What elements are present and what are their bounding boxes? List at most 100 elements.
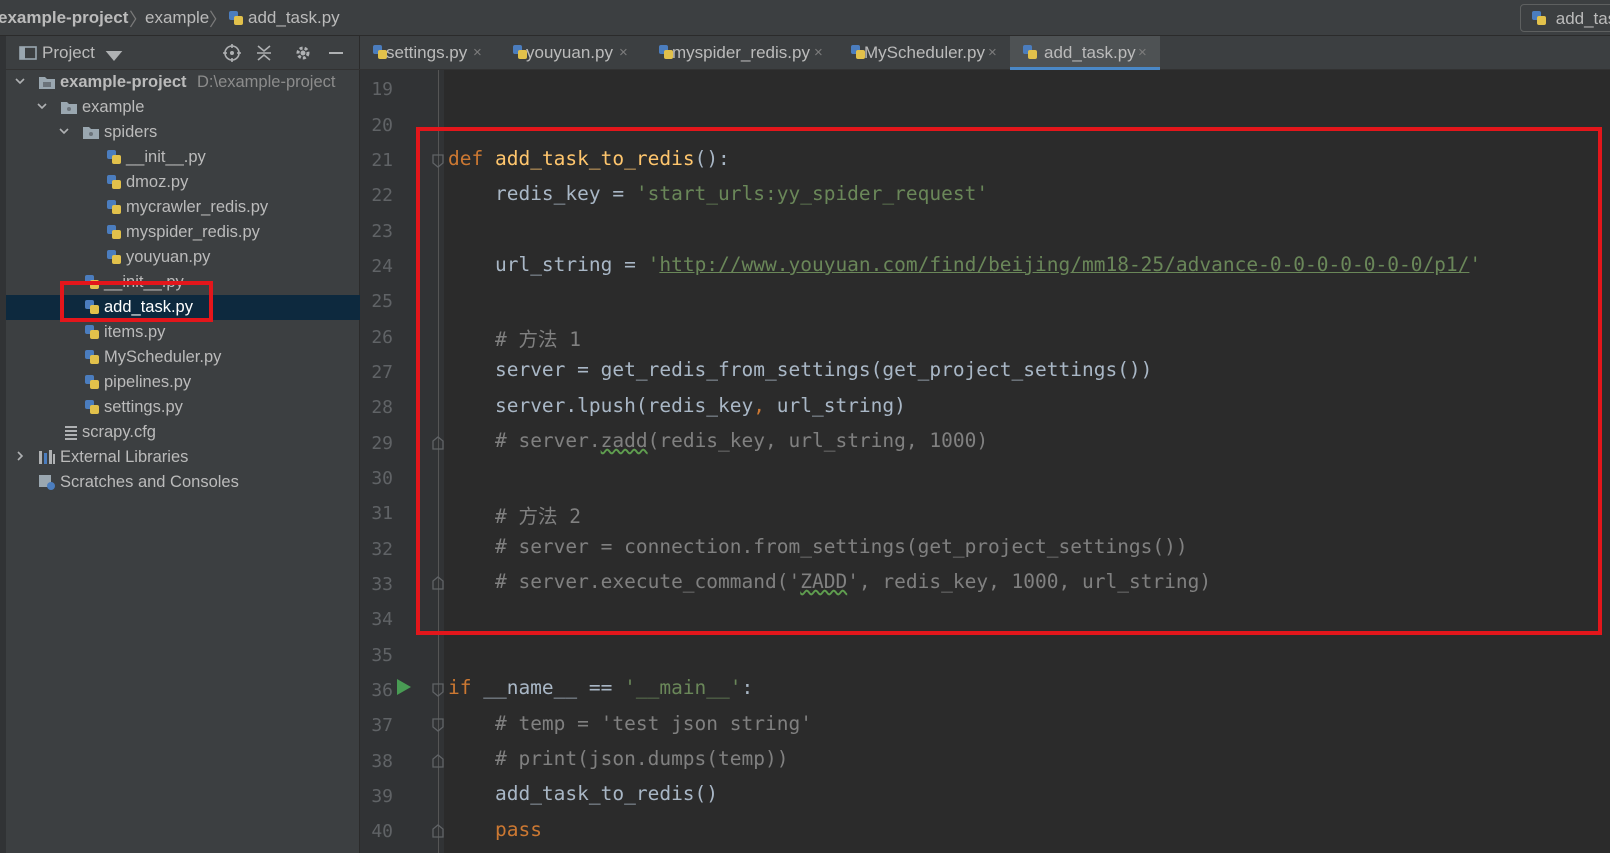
fold-marker-icon[interactable] (431, 718, 445, 732)
locate-file-icon[interactable] (222, 43, 242, 63)
tree-item-label: example-project (60, 73, 187, 91)
code-line[interactable]: def add_task_to_redis(): (448, 147, 730, 170)
python-file-icon (84, 374, 100, 390)
close-icon[interactable]: × (619, 44, 628, 61)
python-file-icon (106, 149, 122, 165)
run-configuration-selector[interactable]: add_task.py (1520, 4, 1610, 32)
code-line[interactable]: url_string = 'http://www.youyuan.com/fin… (448, 253, 1481, 276)
line-number: 20 (371, 115, 393, 136)
breadcrumb-project[interactable]: example-project (0, 8, 128, 28)
code-token-keyword: def (448, 147, 484, 170)
tree-item-label: External Libraries (60, 448, 189, 466)
chevron-right-icon[interactable] (14, 450, 26, 462)
library-icon (39, 450, 55, 464)
tree-item-add-task-selected[interactable]: add_task.py (6, 295, 360, 320)
tree-item-example[interactable]: example (6, 95, 360, 120)
code-comment: # temp = 'test json string' (494, 712, 812, 735)
project-panel-title[interactable]: Project (42, 43, 95, 63)
python-file-icon (106, 199, 122, 215)
code-comment: # 方法 1 (494, 328, 581, 351)
tree-item-spiders[interactable]: spiders (6, 120, 360, 145)
fold-marker-icon[interactable] (431, 436, 445, 450)
tree-item-label: MyScheduler.py (104, 348, 222, 366)
tab-label: settings.py (386, 43, 468, 62)
code-line[interactable]: # server.execute_command('ZADD', redis_k… (448, 570, 1211, 593)
tree-item-file[interactable]: items.py (6, 320, 360, 345)
gear-icon[interactable] (293, 43, 313, 63)
fold-marker-icon[interactable] (431, 824, 445, 838)
code-line[interactable]: if __name__ == '__main__': (448, 676, 753, 699)
tab-settings-py[interactable]: settings.py × (360, 36, 498, 69)
tree-item-file[interactable]: scrapy.cfg (6, 420, 360, 445)
tab-add-task-py-active[interactable]: add_task.py × (1010, 36, 1160, 70)
chevron-down-icon[interactable] (104, 46, 124, 66)
fold-marker-icon[interactable] (431, 154, 445, 168)
code-line[interactable]: # 方法 1 (448, 323, 581, 352)
run-play-icon[interactable] (396, 678, 412, 696)
minimize-icon[interactable] (326, 43, 346, 63)
code-comment-typo: zadd (600, 429, 648, 452)
tree-item-label: dmoz.py (126, 173, 189, 191)
code-token: : (741, 676, 754, 699)
tree-item-file[interactable]: __init__.py (6, 145, 360, 170)
fold-marker-icon[interactable] (431, 754, 445, 768)
tree-item-file[interactable]: mycrawler_redis.py (6, 195, 360, 220)
python-file-icon (84, 399, 100, 415)
code-line[interactable]: # server = connection.from_settings(get_… (448, 535, 1188, 558)
code-token: __name__ == (471, 676, 625, 699)
code-line[interactable]: # 方法 2 (448, 500, 581, 529)
code-line[interactable]: pass (448, 818, 542, 841)
code-line[interactable]: # server.zadd(redis_key, url_string, 100… (448, 429, 988, 452)
collapse-all-icon[interactable] (254, 43, 274, 63)
tree-item-file[interactable]: settings.py (6, 395, 360, 420)
line-number: 29 (371, 433, 393, 454)
tab-myscheduler-py[interactable]: MyScheduler.py × (838, 36, 1008, 69)
code-line[interactable]: server = get_redis_from_settings(get_pro… (448, 358, 1152, 381)
tree-item-file[interactable]: myspider_redis.py (6, 220, 360, 245)
tree-item-file[interactable]: pipelines.py (6, 370, 360, 395)
breadcrumb-folder[interactable]: example (145, 8, 209, 28)
code-line[interactable]: server.lpush(redis_key, url_string) (448, 394, 906, 417)
line-number: 32 (371, 539, 393, 560)
code-token: server = get_redis_from_settings(get_pro… (494, 358, 1153, 381)
python-file-icon (84, 349, 100, 365)
code-line[interactable]: # print(json.dumps(temp)) (448, 747, 789, 770)
project-panel-header: Project (6, 36, 360, 70)
line-number: 27 (371, 362, 393, 383)
code-token: (): (694, 147, 730, 170)
tree-item-file[interactable]: MyScheduler.py (6, 345, 360, 370)
close-icon[interactable]: × (814, 44, 823, 61)
active-tab-indicator (1010, 67, 1160, 70)
close-icon[interactable]: × (473, 44, 482, 61)
python-file-icon (84, 299, 100, 315)
fold-marker-icon[interactable] (431, 683, 445, 697)
fold-marker-icon[interactable] (431, 576, 445, 590)
tree-item-label: items.py (104, 323, 166, 341)
chevron-down-icon[interactable] (14, 75, 26, 87)
tab-myspider-redis-py[interactable]: myspider_redis.py × (646, 36, 836, 69)
close-icon[interactable]: × (1138, 44, 1147, 61)
code-token: url_string) (765, 394, 906, 417)
package-folder-icon (61, 102, 77, 114)
chevron-down-icon[interactable] (36, 100, 48, 112)
tree-item-file[interactable]: dmoz.py (6, 170, 360, 195)
chevron-down-icon[interactable] (58, 125, 70, 137)
tree-item-example-project[interactable]: example-project D:\example-project (6, 70, 360, 95)
tree-item-scratches[interactable]: Scratches and Consoles (6, 470, 360, 495)
code-line[interactable]: redis_key = 'start_urls:yy_spider_reques… (448, 182, 988, 205)
code-comment: # print(json.dumps(temp)) (494, 747, 789, 770)
code-comment: # server. (494, 429, 601, 452)
code-line[interactable]: add_task_to_redis() (448, 782, 718, 805)
tab-youyuan-py[interactable]: youyuan.py × (500, 36, 640, 69)
code-comment: # server.execute_command(' (494, 570, 801, 593)
tree-item-label: __init__.py (126, 148, 206, 166)
code-url-link[interactable]: http://www.youyuan.com/find/beijing/mm18… (659, 253, 1469, 276)
tree-item-file[interactable]: youyuan.py (6, 245, 360, 270)
tree-item-file[interactable]: __init__.py (6, 270, 360, 295)
code-line[interactable]: # temp = 'test json string' (448, 712, 812, 735)
close-icon[interactable]: × (988, 44, 997, 61)
code-token: add_task_to_redis() (494, 782, 719, 805)
python-file-icon (106, 174, 122, 190)
breadcrumb-file[interactable]: add_task.py (248, 8, 340, 28)
tree-item-external-libraries[interactable]: External Libraries (6, 445, 360, 470)
